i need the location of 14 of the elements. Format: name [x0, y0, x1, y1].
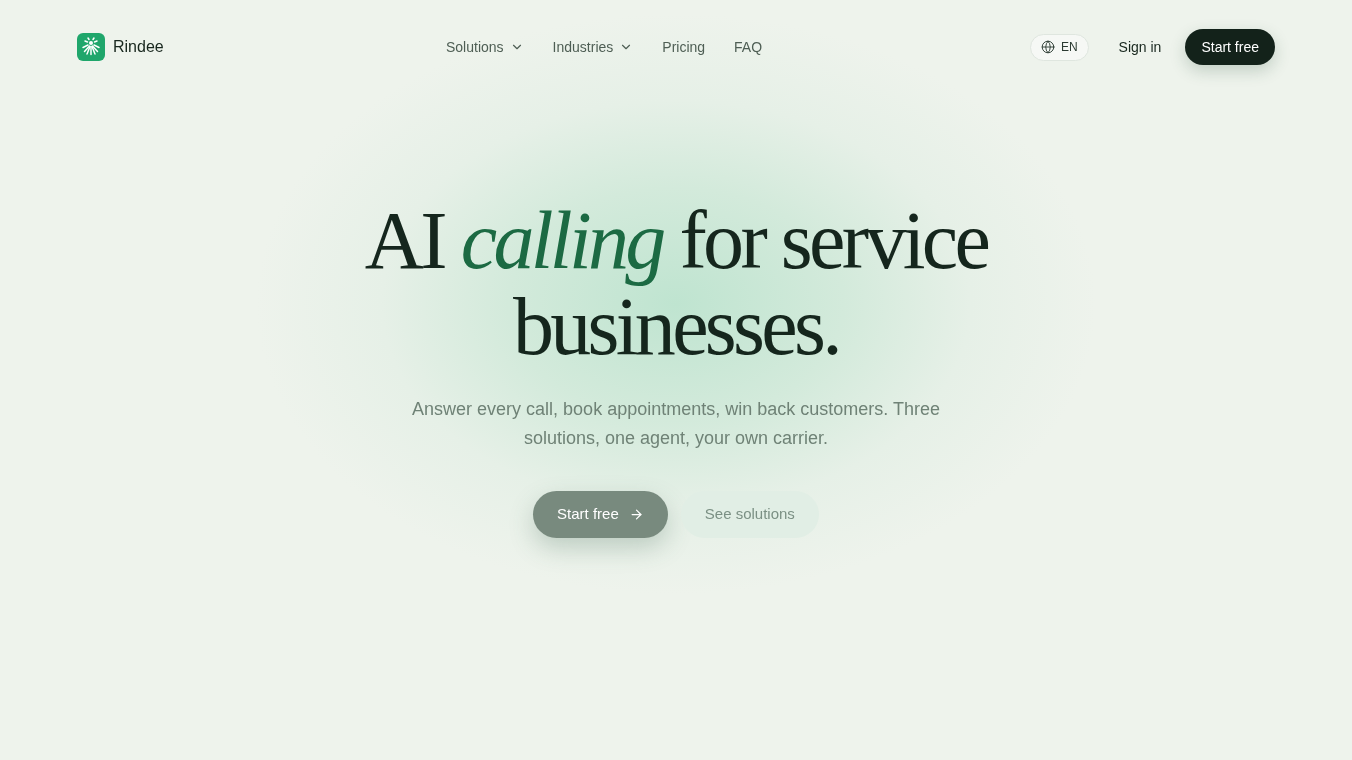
hero-subtitle: Answer every call, book appointments, win back customers. Three solutions, one agent, your own carrier. [411, 398, 941, 450]
brand-name: Rindee [113, 37, 164, 57]
logo-icon [77, 33, 105, 61]
nav-link[interactable]: Solutions [446, 36, 524, 58]
hero-headline: AI calling for service businesses. [363, 198, 989, 370]
arrow-right-icon [628, 507, 644, 522]
start-free-button[interactable]: Start free [1185, 29, 1275, 65]
nav-link[interactable]: Industries [552, 36, 634, 58]
nav-link[interactable]: FAQ [734, 36, 763, 58]
start-free-button[interactable]: Start free [533, 491, 668, 538]
language-selector[interactable]: EN [1029, 33, 1089, 61]
globe-icon [1040, 40, 1055, 54]
nav-link[interactable]: Pricing [662, 36, 706, 58]
sign-in-link[interactable]: Sign in [1118, 36, 1162, 58]
